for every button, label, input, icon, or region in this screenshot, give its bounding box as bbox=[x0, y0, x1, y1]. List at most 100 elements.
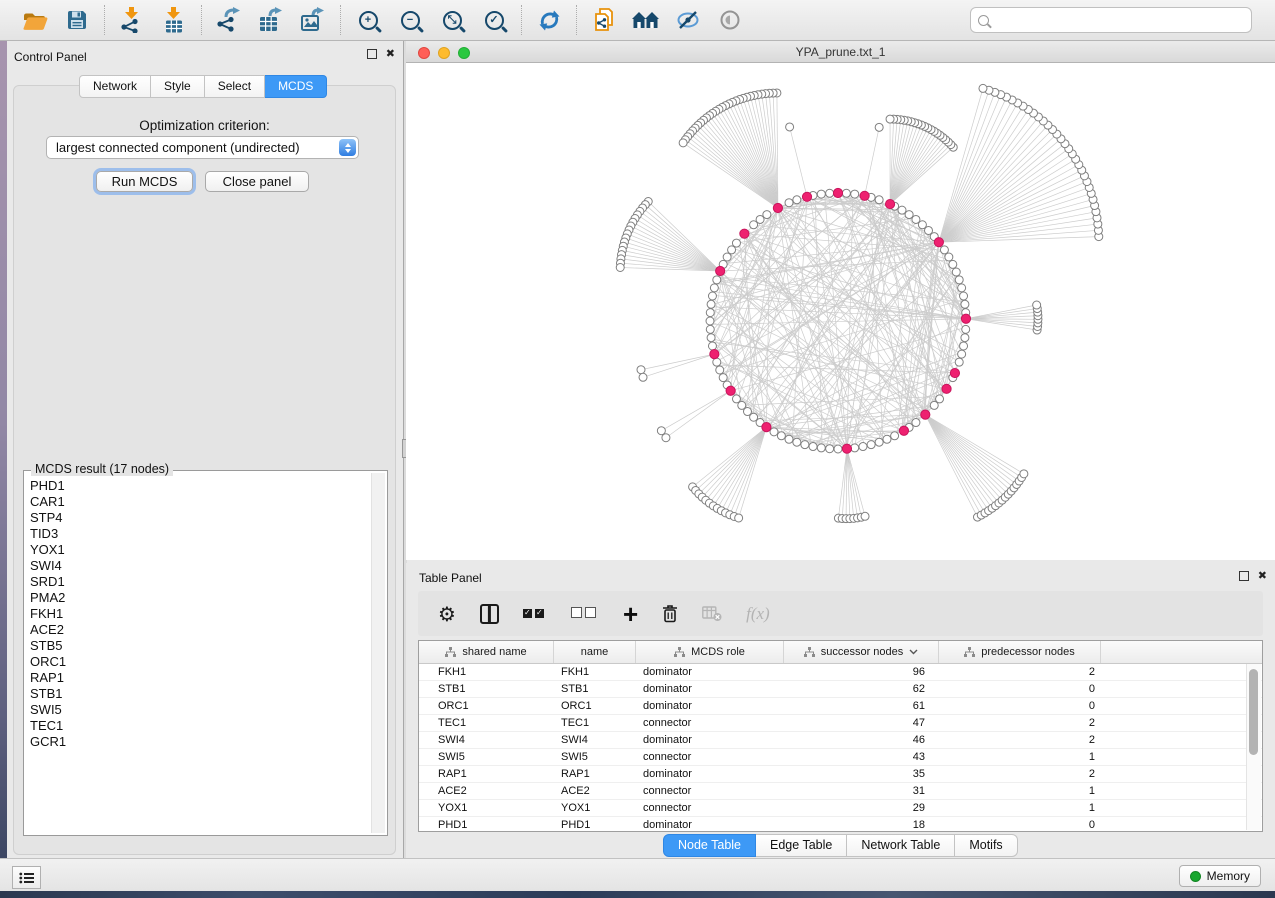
table-row[interactable]: ORC1ORC1dominator610 bbox=[419, 698, 1262, 715]
table-cell: dominator bbox=[636, 817, 784, 832]
table-cell: 35 bbox=[784, 766, 939, 782]
deselect-all-button[interactable] bbox=[571, 600, 599, 628]
mcds-result-item[interactable]: ACE2 bbox=[30, 622, 367, 638]
export-table-button[interactable] bbox=[255, 4, 287, 36]
search-input[interactable] bbox=[995, 12, 1244, 28]
import-network-button[interactable] bbox=[116, 4, 148, 36]
memory-button[interactable]: Memory bbox=[1179, 865, 1261, 887]
show-all-button[interactable] bbox=[714, 4, 746, 36]
table-row[interactable]: FKH1FKH1dominator962 bbox=[419, 664, 1262, 681]
mcds-result-scrollbar[interactable] bbox=[371, 473, 385, 833]
mcds-result-item[interactable]: SRD1 bbox=[30, 574, 367, 590]
scrollbar-thumb[interactable] bbox=[1249, 669, 1258, 755]
refresh-button[interactable] bbox=[533, 4, 565, 36]
zoom-in-button[interactable]: + bbox=[352, 4, 384, 36]
mcds-result-item[interactable]: FKH1 bbox=[30, 606, 367, 622]
export-image-icon bbox=[300, 7, 326, 33]
import-table-icon bbox=[163, 7, 185, 33]
table-cell: 2 bbox=[939, 766, 1101, 782]
export-image-button[interactable] bbox=[297, 4, 329, 36]
tab-edge-table[interactable]: Edge Table bbox=[756, 834, 847, 857]
mcds-result-item[interactable]: TID3 bbox=[30, 526, 367, 542]
import-table-button[interactable] bbox=[158, 4, 190, 36]
network-window-title: YPA_prune.txt_1 bbox=[406, 45, 1275, 59]
save-session-button[interactable] bbox=[61, 4, 93, 36]
open-file-button[interactable] bbox=[19, 4, 51, 36]
column-header-name[interactable]: name bbox=[554, 641, 636, 663]
mcds-result-item[interactable]: RAP1 bbox=[30, 670, 367, 686]
mcds-result-item[interactable]: STB5 bbox=[30, 638, 367, 654]
mcds-result-item[interactable]: PMA2 bbox=[30, 590, 367, 606]
tab-style[interactable]: Style bbox=[151, 75, 205, 98]
column-header-mcds-role[interactable]: MCDS role bbox=[636, 641, 784, 663]
clone-network-button[interactable] bbox=[588, 4, 620, 36]
tab-select[interactable]: Select bbox=[205, 75, 265, 98]
go-home-button[interactable] bbox=[630, 4, 662, 36]
table-settings-button[interactable]: ⚙ bbox=[438, 600, 456, 628]
tab-network[interactable]: Network bbox=[79, 75, 151, 98]
function-builder-button[interactable]: f(x) bbox=[746, 600, 770, 628]
column-header-shared-name[interactable]: shared name bbox=[419, 641, 554, 663]
table-row[interactable]: RAP1RAP1dominator352 bbox=[419, 766, 1262, 783]
mcds-result-item[interactable]: STB1 bbox=[30, 686, 367, 702]
column-header-successor-nodes[interactable]: successor nodes bbox=[784, 641, 939, 663]
tab-node-table[interactable]: Node Table bbox=[663, 834, 756, 857]
table-row[interactable]: SWI4SWI4dominator462 bbox=[419, 732, 1262, 749]
mcds-result-item[interactable]: SWI5 bbox=[30, 702, 367, 718]
table-cell: dominator bbox=[636, 732, 784, 748]
task-history-button[interactable] bbox=[12, 866, 41, 889]
mcds-result-item[interactable]: ORC1 bbox=[30, 654, 367, 670]
tab-network-table[interactable]: Network Table bbox=[847, 834, 955, 857]
run-mcds-button[interactable]: Run MCDS bbox=[96, 171, 193, 192]
toolbar-search-box[interactable] bbox=[970, 7, 1252, 33]
table-cell: RAP1 bbox=[554, 766, 636, 782]
application-window: + − ⤡ ✓ bbox=[0, 0, 1275, 898]
close-panel-icon[interactable]: ✖ bbox=[386, 48, 395, 59]
table-row[interactable]: PHD1PHD1dominator180 bbox=[419, 817, 1262, 832]
column-header-predecessor-nodes[interactable]: predecessor nodes bbox=[939, 641, 1101, 663]
table-cell: ACE2 bbox=[419, 783, 554, 799]
criterion-dropdown[interactable]: largest connected component (undirected) bbox=[46, 136, 359, 159]
table-cell: 2 bbox=[939, 664, 1101, 680]
delete-table-button[interactable] bbox=[702, 600, 722, 628]
table-scrollbar[interactable] bbox=[1246, 664, 1261, 830]
zoom-fit-button[interactable]: ⤡ bbox=[436, 4, 468, 36]
mcds-result-item[interactable]: CAR1 bbox=[30, 494, 367, 510]
table-row[interactable]: ACE2ACE2connector311 bbox=[419, 783, 1262, 800]
table-cell: 18 bbox=[784, 817, 939, 832]
status-bar: Memory bbox=[0, 858, 1275, 891]
float-panel-icon[interactable] bbox=[367, 49, 377, 59]
column-label: successor nodes bbox=[821, 646, 904, 658]
tab-motifs[interactable]: Motifs bbox=[955, 834, 1017, 857]
table-row[interactable]: TEC1TEC1connector472 bbox=[419, 715, 1262, 732]
tab-mcds[interactable]: MCDS bbox=[265, 75, 327, 98]
show-columns-button[interactable] bbox=[480, 600, 499, 628]
mcds-result-item[interactable]: GCR1 bbox=[30, 734, 367, 750]
table-row[interactable]: YOX1YOX1connector291 bbox=[419, 800, 1262, 817]
table-cell: 0 bbox=[939, 698, 1101, 714]
zoom-out-button[interactable]: − bbox=[394, 4, 426, 36]
mcds-result-item[interactable]: TEC1 bbox=[30, 718, 367, 734]
delete-column-button[interactable] bbox=[662, 600, 678, 628]
select-all-button[interactable] bbox=[523, 600, 547, 628]
import-network-icon bbox=[120, 7, 144, 33]
mcds-result-item[interactable]: PHD1 bbox=[30, 478, 367, 494]
close-panel-button[interactable]: Close panel bbox=[205, 171, 309, 192]
mcds-result-item[interactable]: SWI4 bbox=[30, 558, 367, 574]
float-panel-icon[interactable] bbox=[1239, 571, 1249, 581]
mcds-result-list[interactable]: PHD1CAR1STP4TID3YOX1SWI4SRD1PMA2FKH1ACE2… bbox=[30, 478, 367, 831]
network-canvas[interactable] bbox=[406, 63, 1275, 560]
sort-descending-icon bbox=[909, 649, 918, 655]
zoom-selected-button[interactable]: ✓ bbox=[478, 4, 510, 36]
close-panel-icon[interactable]: ✖ bbox=[1258, 570, 1267, 581]
column-label: name bbox=[581, 646, 609, 658]
mcds-result-item[interactable]: STP4 bbox=[30, 510, 367, 526]
table-cell: RAP1 bbox=[419, 766, 554, 782]
mcds-result-item[interactable]: YOX1 bbox=[30, 542, 367, 558]
add-column-button[interactable]: + bbox=[623, 600, 638, 628]
hide-selected-button[interactable] bbox=[672, 4, 704, 36]
table-row[interactable]: SWI5SWI5connector431 bbox=[419, 749, 1262, 766]
export-network-button[interactable] bbox=[213, 4, 245, 36]
table-cell: ORC1 bbox=[419, 698, 554, 714]
table-row[interactable]: STB1STB1dominator620 bbox=[419, 681, 1262, 698]
